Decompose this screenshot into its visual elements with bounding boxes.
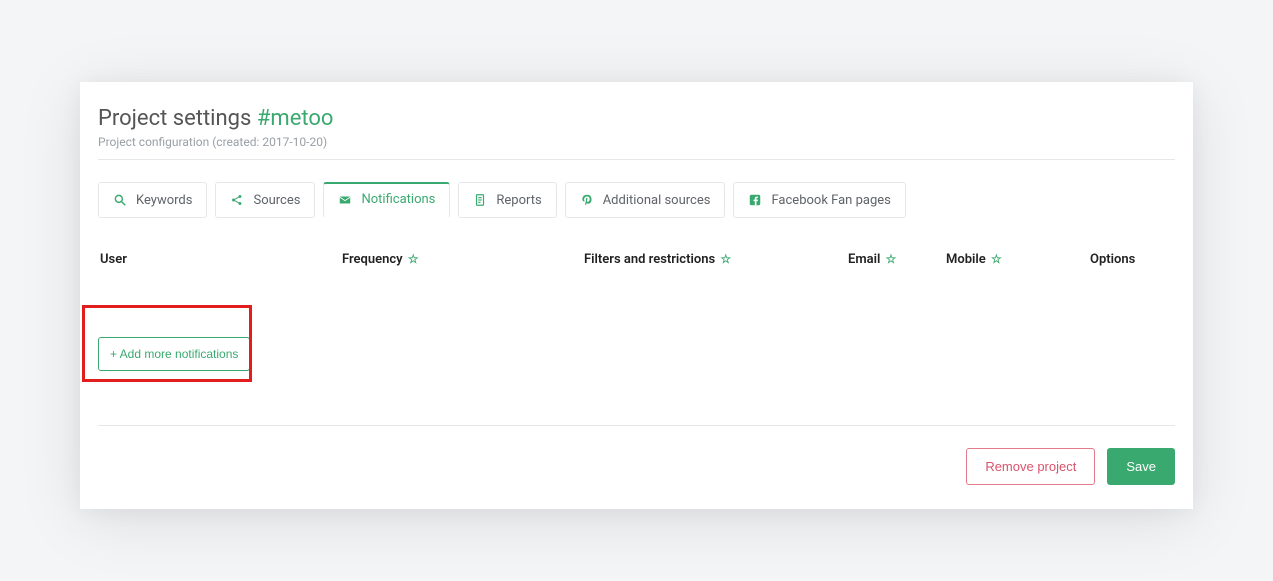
settings-card: Project settings #metoo Project configur… [80, 82, 1193, 509]
star-icon: ☆ [886, 252, 897, 266]
star-icon: ☆ [720, 252, 731, 266]
tab-facebook[interactable]: Facebook Fan pages [733, 182, 905, 218]
tab-reports-label: Reports [496, 193, 541, 208]
tabs: Keywords Sources Notifications Reports A… [98, 182, 1175, 218]
col-mobile: Mobile ☆ [946, 252, 1090, 267]
header: Project settings #metoo Project configur… [98, 100, 1175, 160]
col-mobile-label: Mobile [946, 252, 986, 267]
tab-keywords[interactable]: Keywords [98, 182, 207, 218]
tab-reports[interactable]: Reports [458, 182, 556, 218]
search-icon [113, 193, 127, 207]
footer-actions: Remove project Save [98, 425, 1175, 485]
facebook-icon [748, 193, 762, 207]
tab-sources[interactable]: Sources [215, 182, 315, 218]
page-subtitle: Project configuration (created: 2017-10-… [98, 135, 1175, 149]
col-frequency-label: Frequency [342, 252, 403, 267]
tab-notifications-label: Notifications [361, 192, 435, 207]
document-icon [473, 193, 487, 207]
star-icon: ☆ [408, 252, 419, 266]
tab-sources-label: Sources [253, 193, 300, 208]
tab-keywords-label: Keywords [136, 193, 192, 208]
col-frequency: Frequency ☆ [342, 252, 584, 267]
col-filters-label: Filters and restrictions [584, 252, 715, 267]
col-filters: Filters and restrictions ☆ [584, 252, 848, 267]
remove-project-button[interactable]: Remove project [966, 448, 1095, 485]
tab-facebook-label: Facebook Fan pages [771, 193, 890, 208]
tab-notifications[interactable]: Notifications [323, 182, 450, 218]
col-user: User [100, 252, 342, 267]
col-email-label: Email [848, 252, 880, 267]
col-options: Options [1090, 252, 1173, 267]
page-title-prefix: Project settings [98, 106, 257, 131]
share-icon [230, 193, 244, 207]
save-button[interactable]: Save [1107, 448, 1175, 485]
table-header: User Frequency ☆ Filters and restriction… [98, 252, 1175, 267]
mail-icon [338, 193, 352, 207]
star-icon: ☆ [991, 252, 1002, 266]
pinterest-icon [580, 193, 594, 207]
project-tag: #metoo [257, 106, 334, 131]
tab-additional-sources[interactable]: Additional sources [565, 182, 726, 218]
page-title: Project settings #metoo [98, 106, 1175, 131]
add-more-notifications-button[interactable]: + Add more notifications [98, 337, 250, 371]
col-email: Email ☆ [848, 252, 946, 267]
tab-additional-sources-label: Additional sources [603, 193, 711, 208]
